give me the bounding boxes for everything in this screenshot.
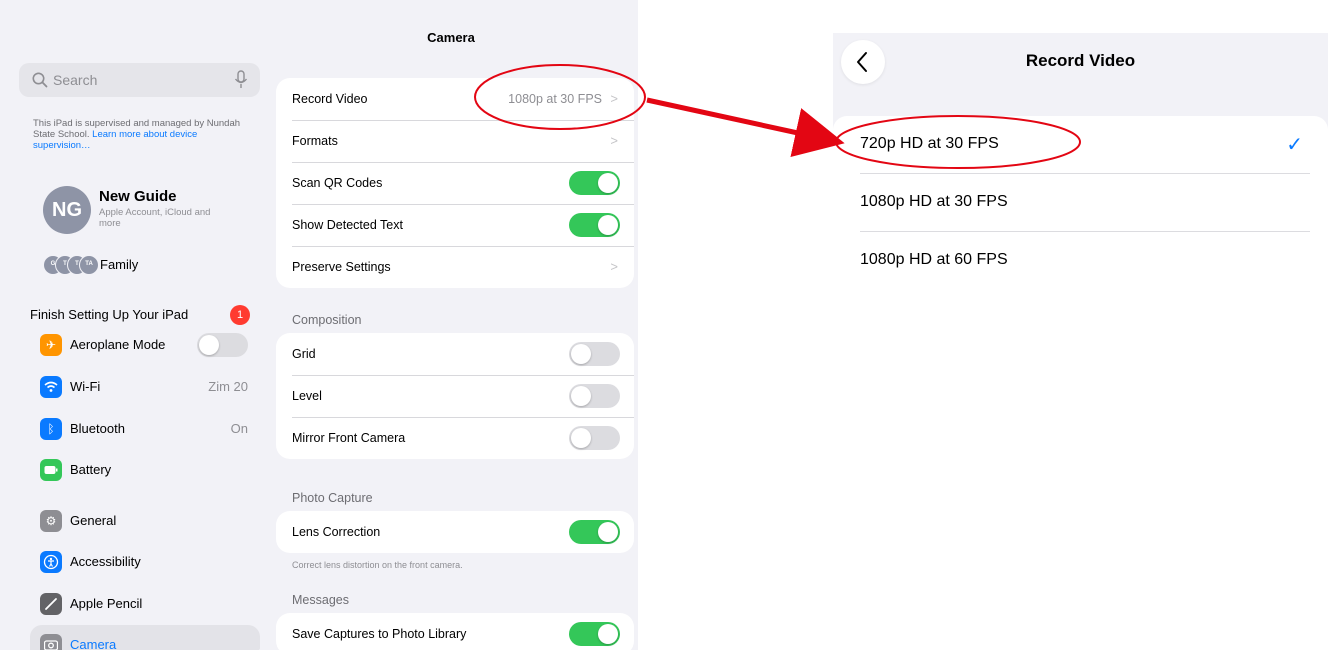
option-720p-30[interactable]: 720p HD at 30 FPS ✓ — [833, 116, 1328, 174]
finish-setup-item[interactable]: Finish Setting Up Your iPad — [30, 307, 188, 322]
resolution-options-list: 720p HD at 30 FPS ✓ 1080p HD at 30 FPS 1… — [833, 116, 1328, 276]
lens-correction-row: Lens Correction — [276, 511, 634, 553]
sidebar-item-general[interactable]: ⚙ General — [30, 501, 260, 541]
row-label: Grid — [292, 347, 316, 361]
sidebar-item-bluetooth[interactable]: ᛒ Bluetooth On — [30, 409, 260, 449]
option-label: 720p HD at 30 FPS — [860, 135, 999, 152]
search-placeholder: Search — [53, 72, 98, 88]
wifi-network-value: Zim 20 — [208, 379, 248, 394]
sidebar-item-label: Aeroplane Mode — [70, 337, 166, 352]
sidebar-item-camera[interactable]: Camera — [30, 625, 260, 650]
gear-icon: ⚙ — [40, 510, 62, 532]
row-label: Level — [292, 389, 322, 403]
sidebar-item-label: Apple Pencil — [70, 596, 143, 611]
photo-capture-header: Photo Capture — [292, 491, 373, 505]
record-video-zoom-panel: Record Video 720p HD at 30 FPS ✓ 1080p H… — [833, 33, 1328, 276]
row-label: Lens Correction — [292, 525, 381, 539]
search-icon — [32, 72, 48, 88]
composition-header: Composition — [292, 313, 362, 327]
mirror-front-camera-row: Mirror Front Camera — [276, 417, 634, 459]
chevron-right-icon: > — [610, 259, 618, 274]
lens-correction-toggle[interactable] — [569, 520, 620, 544]
lens-correction-footnote: Correct lens distortion on the front cam… — [292, 560, 463, 570]
row-label: Formats — [292, 134, 338, 148]
bluetooth-icon: ᛒ — [40, 418, 62, 440]
aeroplane-mode-toggle[interactable] — [197, 333, 248, 357]
pencil-icon — [40, 593, 62, 615]
option-1080p-30[interactable]: 1080p HD at 30 FPS — [833, 174, 1328, 232]
wifi-icon — [40, 376, 62, 398]
sidebar-item-label: General — [70, 513, 117, 528]
search-field[interactable]: Search — [19, 63, 260, 97]
family-avatar: TA — [79, 255, 99, 275]
messages-group: Save Captures to Photo Library — [276, 613, 634, 650]
photo-capture-group: Lens Correction — [276, 511, 634, 553]
messages-header: Messages — [292, 593, 349, 607]
camera-settings-panel: Camera Record Video 1080p at 30 FPS > Fo… — [264, 10, 638, 650]
account-avatar[interactable]: NG — [43, 186, 91, 234]
preserve-settings-row[interactable]: Preserve Settings > — [276, 246, 634, 288]
supervision-notice: This iPad is supervised and managed by N… — [33, 118, 248, 151]
level-row: Level — [276, 375, 634, 417]
scan-qr-codes-toggle[interactable] — [569, 171, 620, 195]
family-avatars[interactable]: G T T TA — [43, 255, 99, 275]
save-captures-toggle[interactable] — [569, 622, 620, 646]
sidebar-item-aeroplane-mode[interactable]: ✈ Aeroplane Mode — [30, 325, 260, 365]
row-label: Show Detected Text — [292, 218, 403, 232]
row-label: Scan QR Codes — [292, 176, 383, 190]
account-name[interactable]: New Guide — [99, 188, 177, 205]
record-video-title: Record Video — [1025, 51, 1136, 70]
show-detected-text-row: Show Detected Text — [276, 204, 634, 246]
microphone-icon[interactable] — [234, 70, 248, 90]
chevron-right-icon: > — [610, 133, 618, 148]
sidebar-item-label: Battery — [70, 462, 112, 477]
family-label[interactable]: Family — [100, 257, 138, 272]
show-detected-text-toggle[interactable] — [569, 213, 620, 237]
account-subtitle: Apple Account, iCloud and more — [99, 207, 211, 229]
formats-row[interactable]: Formats > — [276, 120, 634, 162]
scan-qr-codes-row: Scan QR Codes — [276, 162, 634, 204]
airplane-icon: ✈ — [40, 334, 62, 356]
level-toggle[interactable] — [569, 384, 620, 408]
option-label: 1080p HD at 60 FPS — [860, 251, 1008, 268]
sidebar-item-apple-pencil[interactable]: Apple Pencil — [30, 584, 260, 624]
row-label: Save Captures to Photo Library — [292, 627, 467, 641]
composition-group: Grid Level Mirror Front Camera — [276, 333, 634, 459]
sidebar-item-wifi[interactable]: Wi-Fi Zim 20 — [30, 367, 260, 407]
sidebar-item-label: Accessibility — [70, 554, 141, 569]
chevron-right-icon: > — [610, 91, 618, 106]
sidebar-item-accessibility[interactable]: Accessibility — [30, 542, 260, 582]
row-label: Preserve Settings — [292, 260, 391, 274]
camera-icon — [40, 634, 62, 650]
sidebar-item-battery[interactable]: Battery — [30, 450, 260, 490]
accessibility-icon — [40, 551, 62, 573]
battery-icon — [40, 459, 62, 481]
sidebar-item-label: Bluetooth — [70, 421, 125, 436]
record-video-value: 1080p at 30 FPS — [508, 92, 602, 106]
mirror-front-camera-toggle[interactable] — [569, 426, 620, 450]
save-captures-row: Save Captures to Photo Library — [276, 613, 634, 650]
grid-toggle[interactable] — [569, 342, 620, 366]
record-video-row[interactable]: Record Video 1080p at 30 FPS > — [276, 78, 634, 120]
camera-main-group: Record Video 1080p at 30 FPS > Formats >… — [276, 78, 634, 288]
bluetooth-value: On — [230, 421, 248, 436]
sidebar-item-label: Camera — [70, 637, 117, 650]
option-1080p-60[interactable]: 1080p HD at 60 FPS — [833, 232, 1328, 276]
checkmark-icon: ✓ — [1286, 134, 1303, 156]
annotation-arrow — [646, 97, 845, 157]
sidebar-item-label: Wi-Fi — [70, 379, 101, 394]
row-label: Record Video — [292, 92, 368, 106]
settings-sidebar: Search This iPad is supervised and manag… — [10, 18, 264, 650]
ipad-settings-screenshot: Search This iPad is supervised and manag… — [0, 0, 638, 650]
notification-badge: 1 — [230, 305, 250, 325]
row-label: Mirror Front Camera — [292, 431, 406, 445]
grid-row: Grid — [276, 333, 634, 375]
option-label: 1080p HD at 30 FPS — [860, 193, 1008, 210]
page-title: Camera — [427, 30, 475, 45]
